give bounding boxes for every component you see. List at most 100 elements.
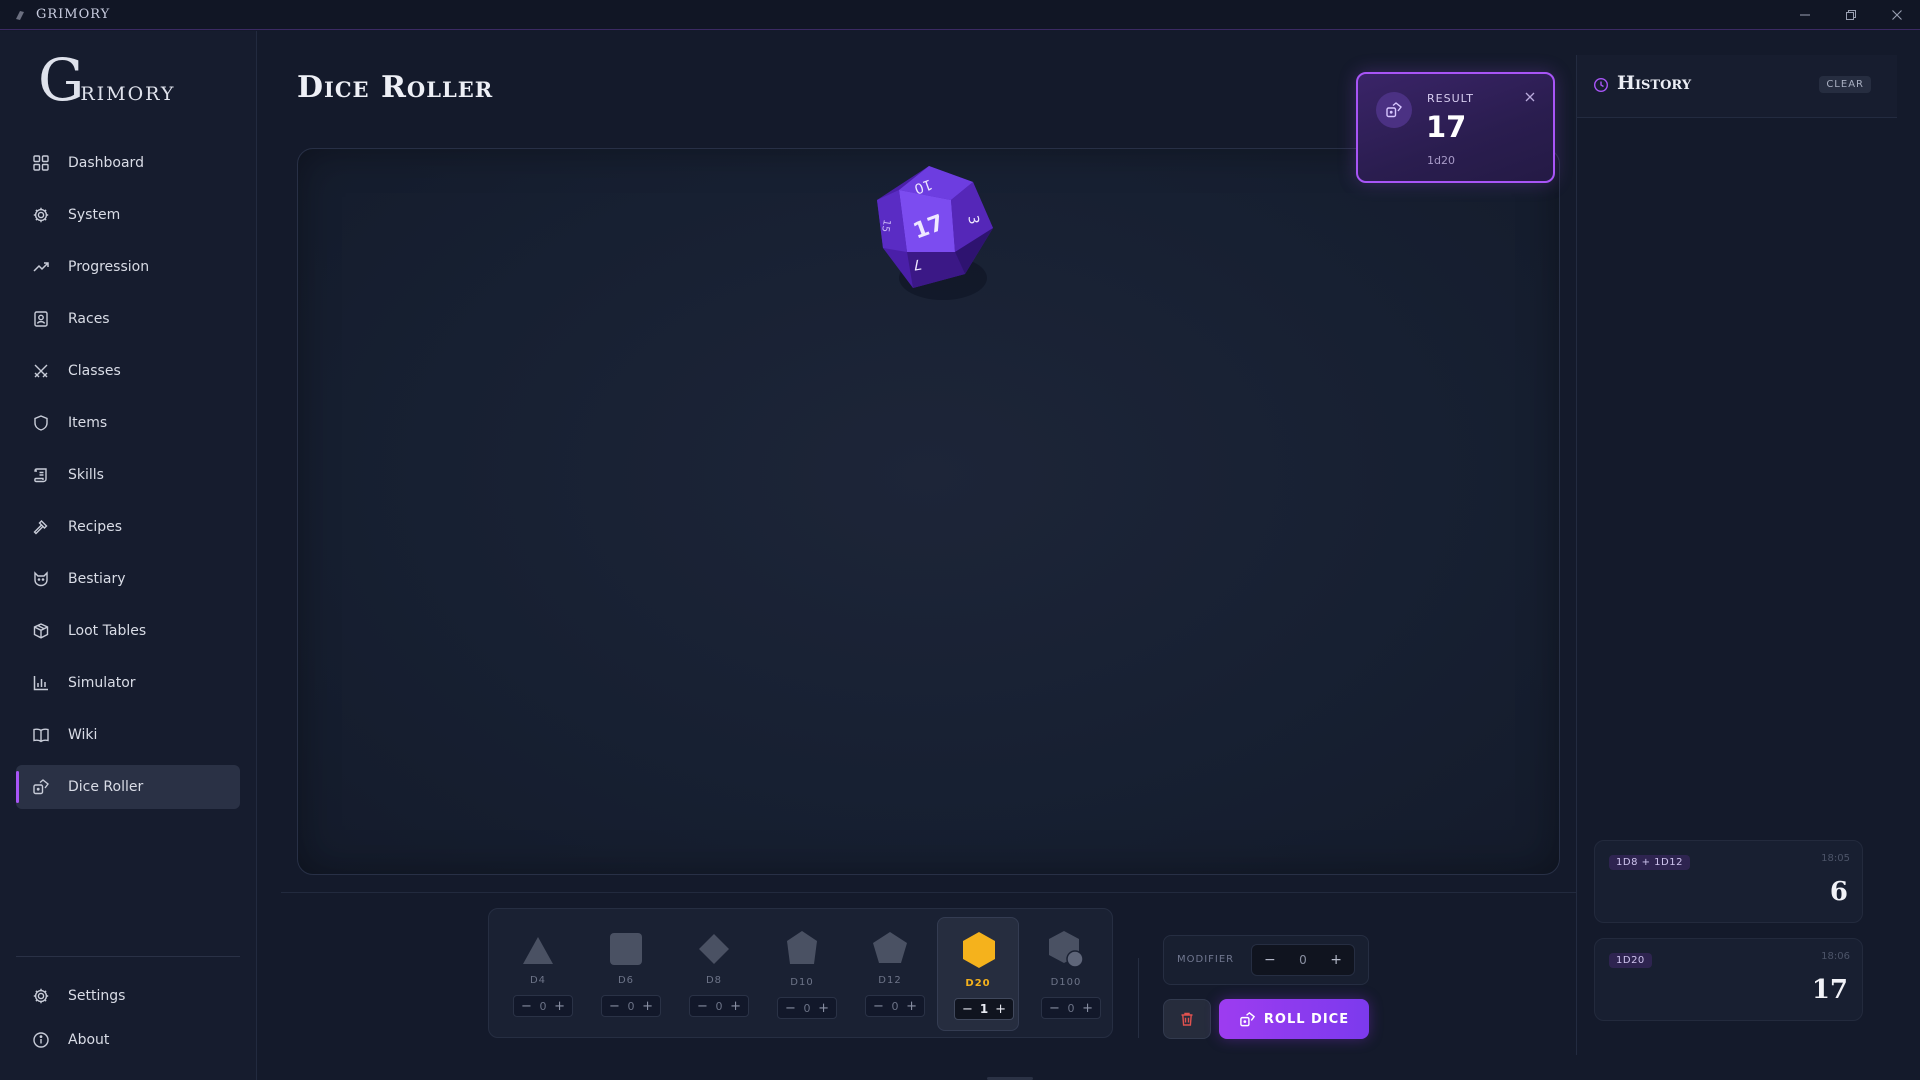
clock-icon (1593, 77, 1609, 93)
book-icon (33, 728, 49, 743)
percentile-die-icon (1049, 931, 1084, 968)
die-label: D10 (790, 977, 814, 988)
result-value: 17 (1426, 110, 1467, 144)
box-icon (33, 623, 49, 639)
sidebar-item-system[interactable]: System (16, 193, 240, 237)
clear-history-button[interactable]: CLEAR (1819, 76, 1871, 93)
grid-icon (33, 155, 49, 171)
die-slot-d4[interactable]: D4 − 0 + (497, 917, 579, 1031)
dice-icon (1240, 1011, 1255, 1026)
sidebar-item-label: Items (68, 415, 108, 431)
sidebar-item-skills[interactable]: Skills (16, 453, 240, 497)
decrement-button[interactable]: − (697, 999, 708, 1014)
die-count-stepper: − 0 + (865, 995, 925, 1017)
roll-dice-button[interactable]: ROLL DICE (1219, 999, 1369, 1039)
sidebar: G rimory Dashboard System Progression Ra… (0, 31, 257, 1080)
die-count-stepper: − 0 + (689, 995, 749, 1017)
sidebar-item-label: Wiki (68, 727, 98, 743)
trash-icon (1181, 1012, 1193, 1026)
sidebar-item-progression[interactable]: Progression (16, 245, 240, 289)
sidebar-item-dice-roller[interactable]: Dice Roller (16, 765, 240, 809)
history-title: History (1617, 72, 1692, 94)
sidebar-item-bestiary[interactable]: Bestiary (16, 557, 240, 601)
die-slot-d100[interactable]: D100 − 0 + (1025, 917, 1107, 1031)
sidebar-item-label: Loot Tables (68, 623, 147, 639)
sidebar-item-items[interactable]: Items (16, 401, 240, 445)
sidebar-item-label: Dice Roller (68, 779, 144, 795)
clear-dice-button[interactable] (1163, 999, 1211, 1039)
app-logo[interactable]: G rimory (38, 51, 175, 109)
sidebar-item-dashboard[interactable]: Dashboard (16, 141, 240, 185)
history-entry[interactable]: 1D20 18:06 17 (1594, 938, 1863, 1021)
die-count: 0 (627, 999, 635, 1013)
d20-die[interactable]: 17 10 3 7 15 (855, 160, 1015, 320)
info-icon (33, 1032, 49, 1048)
restore-icon (1846, 10, 1856, 20)
increment-button[interactable]: + (906, 999, 917, 1014)
sidebar-item-label: Dashboard (68, 155, 144, 171)
sidebar-item-loot-tables[interactable]: Loot Tables (16, 609, 240, 653)
tray-vertical-divider (1138, 958, 1139, 1038)
modifier-control: MODIFIER − 0 + (1163, 935, 1369, 985)
sidebar-item-simulator[interactable]: Simulator (16, 661, 240, 705)
die-slot-d10[interactable]: D10 − 0 + (761, 917, 843, 1031)
gear-icon (33, 207, 49, 223)
die-slot-d12[interactable]: D12 − 0 + (849, 917, 931, 1031)
bar-chart-icon (33, 676, 48, 691)
increment-button[interactable]: + (730, 999, 741, 1014)
increment-button[interactable]: + (554, 999, 565, 1014)
result-formula: 1d20 (1427, 154, 1455, 167)
die-label: D100 (1050, 977, 1082, 988)
sidebar-item-label: Skills (68, 467, 104, 483)
pentagon-die-icon (787, 931, 817, 964)
modifier-label: MODIFIER (1177, 954, 1235, 965)
sidebar-item-classes[interactable]: Classes (16, 349, 240, 393)
modifier-increment-button[interactable]: + (1330, 952, 1342, 968)
beast-icon (34, 571, 48, 587)
history-header: History CLEAR (1577, 55, 1897, 118)
sidebar-item-races[interactable]: Races (16, 297, 240, 341)
increment-button[interactable]: + (1082, 1001, 1093, 1016)
history-formula: 1D20 (1609, 953, 1652, 968)
window-title: GRIMORY (36, 7, 111, 22)
increment-button[interactable]: + (818, 1001, 829, 1016)
decrement-button[interactable]: − (609, 999, 620, 1014)
close-icon[interactable] (1523, 90, 1537, 104)
increment-button[interactable]: + (995, 1002, 1006, 1017)
die-slot-d8[interactable]: D8 − 0 + (673, 917, 755, 1031)
sidebar-item-about[interactable]: About (16, 1018, 240, 1062)
result-card: RESULT 17 1d20 (1356, 72, 1555, 183)
die-label: D6 (617, 975, 635, 986)
triangle-die-icon (523, 937, 553, 964)
app-icon (16, 10, 24, 20)
dice-icon (1386, 102, 1402, 118)
die-slot-d6[interactable]: D6 − 0 + (585, 917, 667, 1031)
sidebar-item-label: Progression (68, 259, 150, 275)
sidebar-item-label: Simulator (68, 675, 136, 691)
sidebar-item-recipes[interactable]: Recipes (16, 505, 240, 549)
history-entry[interactable]: 1D8 + 1D12 18:05 6 (1594, 840, 1863, 923)
sidebar-item-label: Classes (68, 363, 121, 379)
decrement-button[interactable]: − (521, 999, 532, 1014)
result-label: RESULT (1427, 92, 1474, 105)
sidebar-item-settings[interactable]: Settings (16, 974, 240, 1018)
history-value: 6 (1829, 877, 1848, 907)
page-title: Dice Roller (297, 70, 494, 105)
minimize-button[interactable] (1782, 0, 1828, 30)
die-count-stepper: − 0 + (513, 995, 573, 1017)
close-window-button[interactable] (1874, 0, 1920, 30)
die-slot-d20[interactable]: D20 − 1 + (937, 917, 1019, 1031)
restore-button[interactable] (1828, 0, 1874, 30)
sidebar-item-wiki[interactable]: Wiki (16, 713, 240, 757)
gear-icon (33, 988, 49, 1004)
minimize-icon (1800, 14, 1810, 16)
modifier-decrement-button[interactable]: − (1264, 952, 1276, 968)
increment-button[interactable]: + (642, 999, 653, 1014)
decrement-button[interactable]: − (1049, 1001, 1060, 1016)
decrement-button[interactable]: − (873, 999, 884, 1014)
crossed-swords-icon (34, 364, 48, 378)
decrement-button[interactable]: − (785, 1001, 796, 1016)
history-formula: 1D8 + 1D12 (1609, 855, 1690, 870)
modifier-value[interactable]: 0 (1299, 953, 1307, 967)
decrement-button[interactable]: − (962, 1002, 973, 1017)
